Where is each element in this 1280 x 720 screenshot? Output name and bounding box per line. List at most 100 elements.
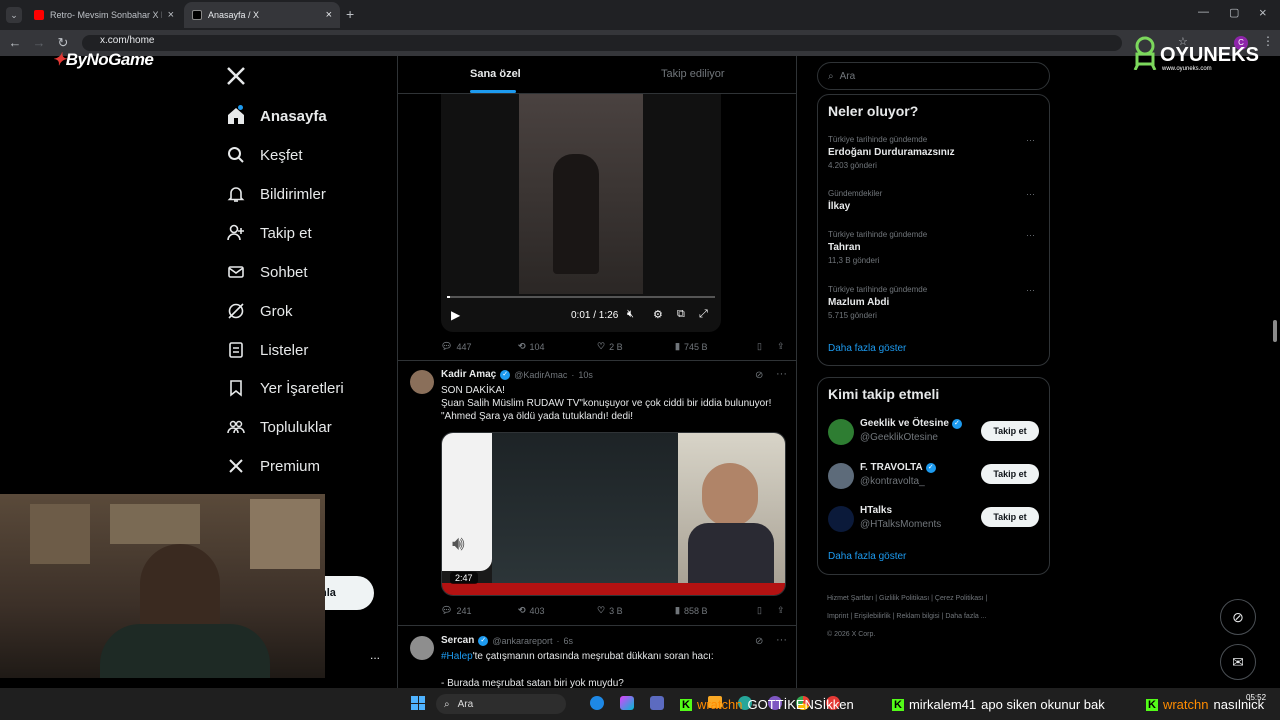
video-player[interactable]: ▶ 0:01 / 1:26 🔇︎ ⚙ ⧉ ⤢ <box>441 94 721 332</box>
minimize-icon[interactable]: — <box>1198 6 1209 18</box>
follow-suggestion[interactable]: Geeklik ve Ötesine ✓ @GeeklikOtesine <box>860 418 962 443</box>
like-button[interactable]: ♡ 2 B <box>597 341 675 352</box>
trend-item[interactable]: Türkiye tarihinde gündemde Tahran 11,3 B… <box>828 230 927 265</box>
views-button[interactable]: ▮ 858 B <box>675 605 757 616</box>
mute-icon[interactable]: 🔇︎ <box>627 308 634 321</box>
follow-suggestion[interactable]: F. TRAVOLTA ✓ @kontravolta_ <box>860 462 936 487</box>
url-field[interactable] <box>82 35 1122 51</box>
nav-lists[interactable]: Listeler <box>226 335 308 365</box>
play-icon[interactable]: ▶ <box>451 308 460 322</box>
share-icon[interactable]: ⇪ <box>777 605 785 616</box>
reload-icon[interactable]: ↻ <box>55 35 71 51</box>
windows-start-icon[interactable] <box>411 696 425 710</box>
grok-icon[interactable]: ⊘ <box>755 636 763 647</box>
avatar[interactable] <box>828 419 854 445</box>
follow-button[interactable]: Takip et <box>981 421 1039 441</box>
reply-button[interactable]: 💬︎ 447 <box>441 341 518 352</box>
taskbar-search[interactable]: ⌕ Ara <box>436 694 566 714</box>
clock[interactable]: 05:52 <box>1246 693 1266 702</box>
footer-link[interactable]: Imprint <box>827 613 848 620</box>
more-icon[interactable]: ··· <box>1026 230 1035 240</box>
nav-bookmarks[interactable]: Yer İşaretleri <box>226 373 344 403</box>
footer-link[interactable]: Gizlilik Politikası <box>879 595 929 602</box>
nav-grok[interactable]: Grok <box>226 296 293 326</box>
bookmark-icon[interactable]: ▯ <box>757 341 777 352</box>
nav-notifications[interactable]: Bildirimler <box>226 179 326 209</box>
like-button[interactable]: ♡ 3 B <box>597 605 675 616</box>
grok-fab-icon[interactable]: ⊘ <box>1220 599 1256 635</box>
author-handle[interactable]: @ankarareport <box>492 636 552 646</box>
author-name[interactable]: Kadir Amaç <box>441 369 496 380</box>
more-icon[interactable]: ··· <box>1026 135 1035 145</box>
tab-for-you[interactable]: Sana özel <box>470 68 521 80</box>
grok-icon[interactable]: ⊘ <box>755 370 763 381</box>
page-scrollbar[interactable] <box>1273 320 1277 342</box>
avatar[interactable] <box>828 463 854 489</box>
more-icon[interactable]: ··· <box>1026 285 1035 295</box>
trend-item[interactable]: Türkiye tarihinde gündemde Mazlum Abdi 5… <box>828 285 927 320</box>
footer-link[interactable]: Daha fazla ... <box>945 613 986 620</box>
teams-icon[interactable] <box>650 696 664 710</box>
fullscreen-icon[interactable]: ⤢ <box>699 308 708 321</box>
avatar[interactable] <box>410 636 434 660</box>
close-icon[interactable]: × <box>168 9 174 21</box>
more-icon[interactable]: ··· <box>776 368 787 380</box>
post-time[interactable]: 10s <box>578 370 593 380</box>
menu-icon[interactable]: ⋮ <box>1262 34 1274 48</box>
video-progress-track[interactable] <box>447 296 715 298</box>
footer-link[interactable]: Çerez Politikası <box>935 595 984 602</box>
tab-following[interactable]: Takip ediliyor <box>661 68 725 80</box>
dot-separator: · <box>556 635 560 646</box>
show-more-link[interactable]: Daha fazla göster <box>828 343 906 354</box>
more-icon[interactable]: ··· <box>1026 189 1035 199</box>
new-tab-icon[interactable]: + <box>346 6 354 22</box>
back-icon[interactable]: ← <box>7 35 23 51</box>
nav-home[interactable]: Anasayfa <box>226 101 327 131</box>
footer-link[interactable]: Reklam bilgisi <box>896 613 939 620</box>
video-player[interactable]: 🔊︎ 2:47 <box>441 432 786 596</box>
follow-button[interactable]: Takip et <box>981 507 1039 527</box>
nav-explore[interactable]: Keşfet <box>226 140 303 170</box>
more-icon[interactable]: ··· <box>776 634 787 646</box>
follow-suggestion[interactable]: HTalks @HTalksMoments <box>860 505 941 530</box>
forward-icon[interactable]: → <box>31 35 47 51</box>
nav-communities[interactable]: Topluluklar <box>226 412 332 442</box>
nav-premium[interactable]: Premium <box>226 451 320 481</box>
messages-fab-icon[interactable]: ✉ <box>1220 644 1256 680</box>
author-handle[interactable]: @KadirAmac <box>514 370 567 380</box>
trend-item[interactable]: Gündemdekiler İlkay <box>828 189 882 212</box>
window-close-icon[interactable]: × <box>1259 5 1267 20</box>
nav-messages[interactable]: Sohbet <box>226 257 308 287</box>
repost-button[interactable]: ⟲ 104 <box>518 341 597 352</box>
settings-icon[interactable]: ⚙ <box>653 308 663 321</box>
footer-link[interactable]: Erişilebilirlik <box>854 613 891 620</box>
maximize-icon[interactable]: ▢ <box>1229 6 1239 19</box>
close-icon[interactable]: × <box>326 9 332 21</box>
trend-item[interactable]: Türkiye tarihinde gündemde Erdoğanı Durd… <box>828 135 955 170</box>
tab-search-icon[interactable]: ⌄ <box>6 7 22 23</box>
avatar[interactable] <box>828 506 854 532</box>
pip-icon[interactable]: ⧉ <box>677 308 685 321</box>
repost-button[interactable]: ⟲ 403 <box>518 605 597 616</box>
chat-message: K wratchn GOTTİKENSİkken <box>680 697 854 712</box>
views-button[interactable]: ▮ 745 B <box>675 341 757 352</box>
app-icon[interactable] <box>620 696 634 710</box>
footer-link[interactable]: Hizmet Şartları <box>827 595 873 602</box>
bookmark-icon[interactable]: ▯ <box>757 605 777 616</box>
account-more-icon[interactable]: ... <box>370 648 380 662</box>
nav-follow[interactable]: Takip et <box>226 218 312 248</box>
show-more-link[interactable]: Daha fazla göster <box>828 551 906 562</box>
post-time[interactable]: 6s <box>564 636 574 646</box>
browser-tab-x[interactable]: Anasayfa / X × <box>184 2 340 28</box>
share-icon[interactable]: ⇪ <box>777 341 785 352</box>
volume-icon[interactable]: 🔊︎ <box>452 533 465 556</box>
author-name[interactable]: Sercan <box>441 635 474 646</box>
hashtag-link[interactable]: #Halep <box>441 651 473 662</box>
reply-button[interactable]: 💬︎ 241 <box>441 605 518 616</box>
app-icon[interactable] <box>590 696 604 710</box>
search-input[interactable]: ⌕ Ara <box>817 62 1050 90</box>
browser-tab-music[interactable]: Retro- Mevsim Sonbahar X MV × <box>26 2 182 28</box>
follow-button[interactable]: Takip et <box>981 464 1039 484</box>
avatar[interactable] <box>410 370 434 394</box>
x-logo-icon[interactable] <box>226 66 246 86</box>
